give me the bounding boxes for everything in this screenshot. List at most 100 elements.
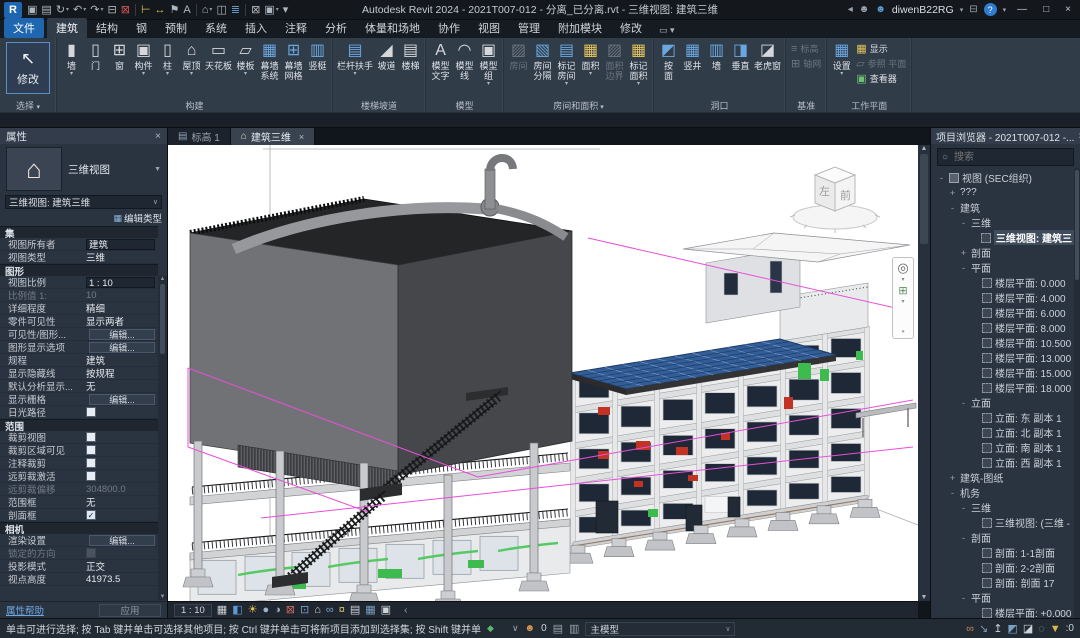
unlocked-3d-view-icon[interactable]: ⌂	[314, 604, 321, 617]
tab-modify[interactable]: 修改	[611, 18, 651, 38]
model-text-button[interactable]: A模型文字	[429, 40, 452, 82]
switch-windows-icon[interactable]: ▣▾	[262, 2, 280, 18]
tab-massing-site[interactable]: 体量和场地	[356, 18, 429, 38]
tag-room-button[interactable]: ▤标记房间▾	[555, 40, 578, 88]
floor-button[interactable]: ▱楼板▾	[234, 40, 257, 78]
tree-item[interactable]: 楼层平面: 18.000	[931, 380, 1074, 395]
section-icon[interactable]: ◫	[214, 2, 228, 18]
browser-search[interactable]: ○	[937, 148, 1074, 166]
tree-item[interactable]: 立面: 东 副本 1	[931, 410, 1074, 425]
active-workset-select[interactable]: 主模型∨	[585, 622, 735, 636]
component-button[interactable]: ▣构件▾	[132, 40, 155, 78]
edit-button[interactable]: 编辑...	[89, 342, 155, 353]
temporary-view-properties-icon[interactable]: ▤	[350, 604, 360, 617]
checkbox[interactable]	[86, 471, 96, 481]
ramp-button[interactable]: ◢坡道	[375, 40, 398, 72]
tree-item[interactable]: -视图 (SEC组织)	[931, 170, 1074, 185]
tab-view[interactable]: 视图	[469, 18, 509, 38]
tree-item[interactable]: 楼层平面: +0.000	[931, 605, 1074, 618]
tree-item[interactable]: -立面	[931, 395, 1074, 410]
save-icon[interactable]: ▤	[39, 2, 53, 18]
store-cart-icon[interactable]: ⊟	[969, 4, 977, 15]
crop-view-icon[interactable]: ⊠	[286, 604, 295, 617]
tree-item[interactable]: +建筑-图纸	[931, 470, 1074, 485]
tree-item[interactable]: -剖面	[931, 530, 1074, 545]
worksharing-display-icon[interactable]: ▦	[365, 604, 375, 617]
checkbox[interactable]	[86, 458, 96, 468]
window-button[interactable]: ⊞窗	[108, 40, 131, 72]
tree-item[interactable]: +剖面	[931, 245, 1074, 260]
vcb-collapse-icon[interactable]: ‹	[404, 605, 407, 616]
drag-on-selection-icon[interactable]: ◪	[1023, 622, 1033, 635]
property-value[interactable]: 建筑	[86, 239, 155, 250]
curtain-grid-button[interactable]: ⊞幕墙网格	[282, 40, 305, 82]
instance-selector[interactable]: 三维视图: 建筑三维∨	[5, 195, 162, 209]
viewport-scrollbar[interactable]: ▲▼	[918, 145, 930, 601]
edit-type-button[interactable]: ▦编辑类型	[113, 211, 162, 225]
tree-item[interactable]: -三维	[931, 500, 1074, 515]
tab-steel[interactable]: 钢	[127, 18, 156, 38]
ceiling-button[interactable]: ▭天花板	[204, 40, 233, 72]
railing-button[interactable]: ▤栏杆扶手▾	[336, 40, 374, 78]
tree-item[interactable]: 剖面: 剖面 17	[931, 575, 1074, 590]
tree-item[interactable]: -机务	[931, 485, 1074, 500]
detail-level-icon[interactable]: ▦	[217, 604, 227, 617]
show-work-plane-button[interactable]: ▦显示	[856, 42, 906, 55]
view-scale[interactable]: 1 : 10	[174, 604, 212, 617]
zoom-caret-icon[interactable]: ▾	[901, 299, 904, 305]
tree-item[interactable]: 立面: 西 副本 1	[931, 455, 1074, 470]
sync-with-central-icon[interactable]: ↻▾	[54, 2, 71, 18]
tag-area-button[interactable]: ▦标记面积▾	[627, 40, 650, 88]
collapse-chevron-icon[interactable]: ◂	[848, 4, 853, 15]
tag-by-category-icon[interactable]: ⚑	[168, 2, 182, 18]
viewer-button[interactable]: ▣查看器	[856, 72, 906, 85]
checkbox[interactable]	[86, 445, 96, 455]
filter-icon[interactable]: ▼	[1050, 623, 1061, 635]
project-browser-close-icon[interactable]: ×	[1074, 131, 1080, 142]
checkbox[interactable]	[86, 432, 96, 442]
navbar-options-icon[interactable]: ●	[901, 329, 905, 335]
tree-item[interactable]: 立面: 南 副本 1	[931, 440, 1074, 455]
navigation-bar[interactable]: ◎ ▾ ⊞ ▾ ●	[892, 257, 914, 339]
text-icon[interactable]: A	[181, 2, 192, 18]
vertical-opening-button[interactable]: ◨垂直	[729, 40, 752, 72]
view-tab-3d[interactable]: ⌂建筑三维×	[231, 128, 315, 145]
redo-icon[interactable]: ↷▾	[88, 2, 105, 18]
user-menu-caret-icon[interactable]: ▾	[960, 6, 964, 14]
snap-override-icon[interactable]: ◌	[1038, 623, 1045, 635]
tab-precast[interactable]: 预制	[156, 18, 196, 38]
ribbon-panel-label[interactable]: 模型	[426, 99, 503, 112]
edit-button[interactable]: 编辑...	[89, 394, 155, 405]
properties-scrollbar[interactable]: ▲▼	[158, 276, 167, 600]
workset-dialog-icon[interactable]: ▥	[569, 622, 579, 635]
help-icon[interactable]: ?	[984, 3, 997, 16]
shaft-opening-button[interactable]: ▦竖井	[681, 40, 704, 72]
user-avatar-icon[interactable]: ☻	[875, 4, 886, 15]
model-line-button[interactable]: ◠模型线	[453, 40, 476, 82]
tree-item[interactable]: -三维	[931, 215, 1074, 230]
select-underlay-icon[interactable]: ↘	[979, 622, 988, 635]
tree-item[interactable]: 楼层平面: 15.000	[931, 365, 1074, 380]
tree-item[interactable]: 立面: 北 副本 1	[931, 425, 1074, 440]
wall-opening-button[interactable]: ▥墙	[705, 40, 728, 72]
ribbon-panel-label[interactable]: 洞口	[654, 99, 785, 112]
checkbox[interactable]	[86, 407, 96, 417]
viewcube-front-face[interactable]: 前	[840, 188, 851, 202]
tree-item[interactable]: -平面	[931, 260, 1074, 275]
tab-annotate[interactable]: 注释	[276, 18, 316, 38]
wall-button[interactable]: ▮墙▾	[60, 40, 83, 78]
mullion-button[interactable]: ▥竖梃	[306, 40, 329, 72]
zoom-tool-icon[interactable]: ⊞	[898, 285, 907, 297]
status-dropdown-icon[interactable]: ∨	[512, 623, 519, 634]
view-cube[interactable]: 左 前	[785, 159, 885, 237]
tab-file[interactable]: 文件	[4, 18, 44, 38]
ribbon-panel-label[interactable]: 楼梯坡道	[333, 99, 425, 112]
open-icon[interactable]: ▣	[25, 2, 39, 18]
media-tools-icon[interactable]: ▭ ▾	[659, 25, 675, 38]
view-tab-level1[interactable]: ▤标高 1	[168, 128, 231, 145]
select-links-icon[interactable]: ∞	[966, 623, 974, 635]
tab-insert[interactable]: 插入	[236, 18, 276, 38]
select-panel-label[interactable]: 选择 ▾	[0, 99, 56, 112]
properties-help-link[interactable]: 属性帮助	[6, 603, 44, 617]
browser-scrollbar[interactable]	[1074, 168, 1080, 618]
